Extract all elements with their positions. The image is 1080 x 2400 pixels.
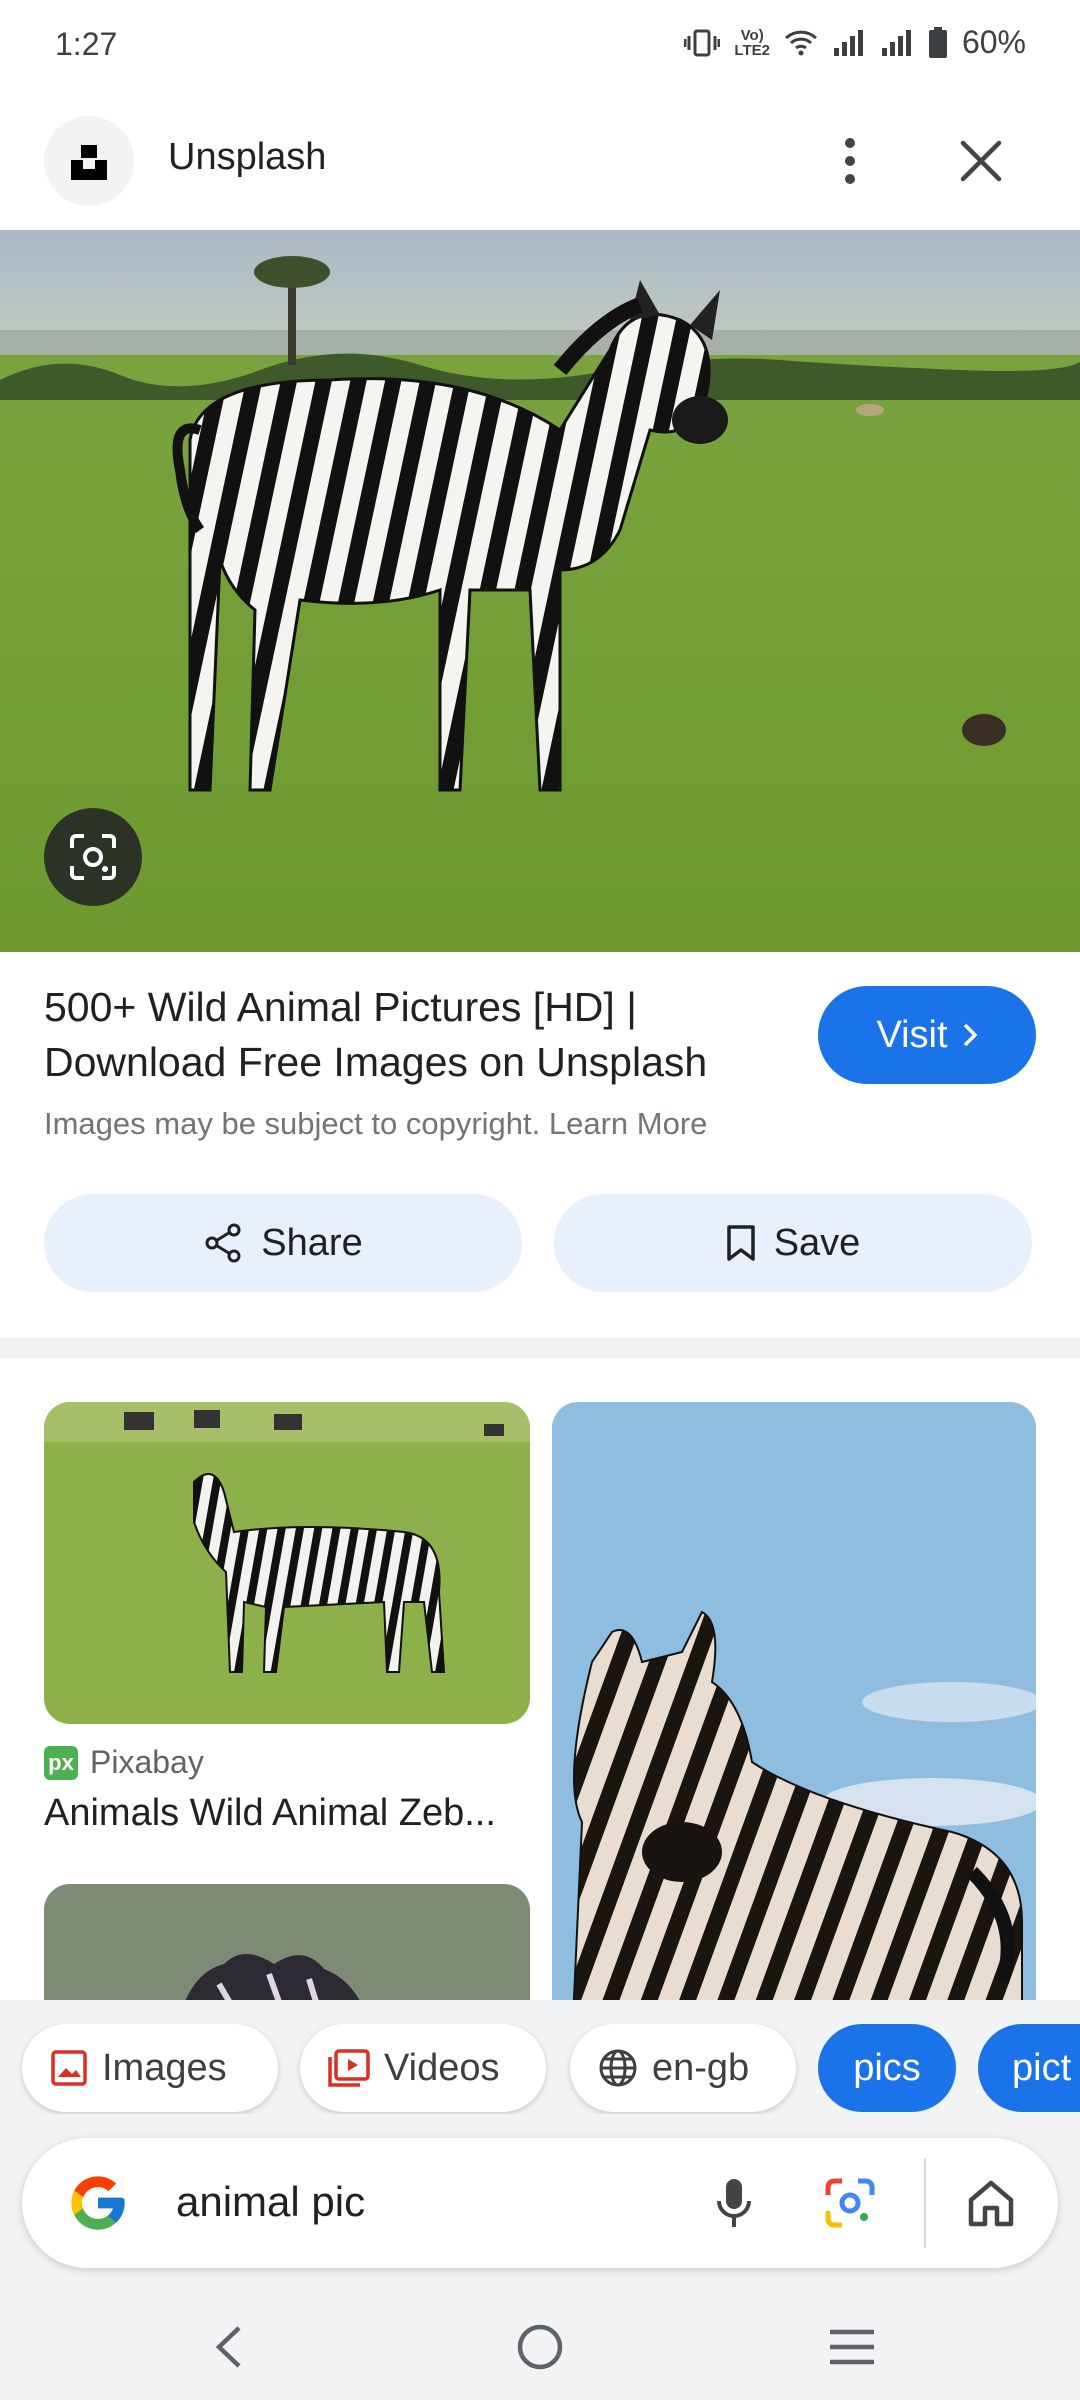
unsplash-logo-icon — [71, 145, 107, 180]
wifi-icon — [784, 30, 817, 55]
result-title[interactable]: 500+ Wild Animal Pictures [HD] | Downloa… — [44, 980, 764, 1090]
pixabay-icon: px — [44, 1745, 78, 1780]
related-image-1[interactable] — [44, 1402, 530, 1724]
chip-videos-label: Videos — [384, 2046, 500, 2089]
nav-back-button[interactable] — [188, 2312, 268, 2382]
chip-pics-label: pics — [853, 2046, 921, 2089]
chip-images[interactable]: Images — [22, 2024, 278, 2112]
save-button[interactable]: Save — [554, 1194, 1032, 1292]
vibrate-icon — [684, 29, 721, 56]
share-label: Share — [261, 1221, 363, 1264]
chip-images-label: Images — [102, 2046, 227, 2089]
copyright-notice[interactable]: Images may be subject to copyright. Lear… — [44, 1106, 707, 1142]
viewer-header: Unsplash — [0, 90, 1080, 230]
search-chips: Images Videos en-gb pics pict — [0, 2024, 1080, 2114]
status-time: 1:27 — [55, 26, 118, 62]
video-icon — [328, 2049, 370, 2087]
share-icon — [205, 1223, 241, 1263]
home-button[interactable] — [956, 2168, 1026, 2238]
close-button[interactable] — [946, 126, 1016, 196]
google-lens-button[interactable] — [44, 808, 142, 906]
search-divider — [924, 2158, 926, 2248]
nav-recents-button[interactable] — [812, 2312, 892, 2382]
battery-level: 60% — [961, 24, 1026, 60]
chip-language[interactable]: en-gb — [570, 2024, 796, 2112]
share-button[interactable]: Share — [44, 1194, 522, 1292]
related-title[interactable]: Animals Wild Animal Zeb... — [44, 1792, 530, 1835]
system-navigation-bar — [0, 2290, 1080, 2400]
related-source-name: Pixabay — [90, 1744, 204, 1780]
recents-icon — [830, 2329, 874, 2365]
back-icon — [215, 2326, 241, 2368]
more-options-button[interactable] — [820, 126, 880, 196]
main-image[interactable] — [0, 230, 1080, 952]
related-source: px Pixabay — [44, 1744, 204, 1781]
visit-button[interactable]: Visit — [818, 986, 1036, 1084]
bookmark-icon — [726, 1225, 755, 1261]
site-name: Unsplash — [168, 136, 327, 178]
image-icon — [51, 2050, 87, 2086]
chip-pics[interactable]: pics — [818, 2024, 956, 2112]
google-g-icon — [71, 2176, 125, 2230]
status-bar: 1:27 Vo) LTE2 60% — [0, 0, 1080, 90]
site-logo — [44, 116, 134, 206]
zebra-photo — [0, 230, 1080, 952]
section-divider — [0, 1338, 1080, 1358]
battery-icon — [928, 26, 947, 58]
close-icon — [960, 140, 1002, 182]
more-vert-icon — [845, 138, 855, 184]
signal-icon-2 — [881, 29, 911, 56]
chip-language-label: en-gb — [652, 2046, 750, 2089]
voice-search-button[interactable] — [702, 2171, 766, 2235]
chip-pict[interactable]: pict — [978, 2024, 1080, 2112]
related-image-2[interactable] — [552, 1402, 1036, 2042]
search-query[interactable]: animal pic — [176, 2178, 365, 2226]
visit-label: Visit — [876, 1013, 948, 1056]
chip-videos[interactable]: Videos — [300, 2024, 546, 2112]
zebra-thumbnail — [44, 1402, 530, 1724]
mic-icon — [717, 2179, 751, 2227]
nav-home-button[interactable] — [500, 2312, 580, 2382]
volte-icon: Vo) LTE2 — [734, 26, 770, 59]
status-icons: Vo) LTE2 60% — [684, 24, 1026, 61]
home-circle-icon — [517, 2324, 563, 2370]
chevron-right-icon — [963, 1023, 978, 1047]
lens-icon — [70, 834, 116, 880]
google-lens-icon — [825, 2178, 875, 2228]
signal-icon — [833, 29, 863, 56]
chip-pict-label: pict — [1012, 2046, 1072, 2089]
home-icon — [968, 2180, 1014, 2227]
zebra-closeup-thumbnail — [552, 1402, 1036, 2042]
globe-icon — [599, 2049, 637, 2087]
network-label: LTE2 — [734, 41, 770, 59]
lens-search-button[interactable] — [818, 2171, 882, 2235]
save-label: Save — [773, 1221, 861, 1264]
search-bar[interactable]: animal pic — [22, 2138, 1058, 2268]
